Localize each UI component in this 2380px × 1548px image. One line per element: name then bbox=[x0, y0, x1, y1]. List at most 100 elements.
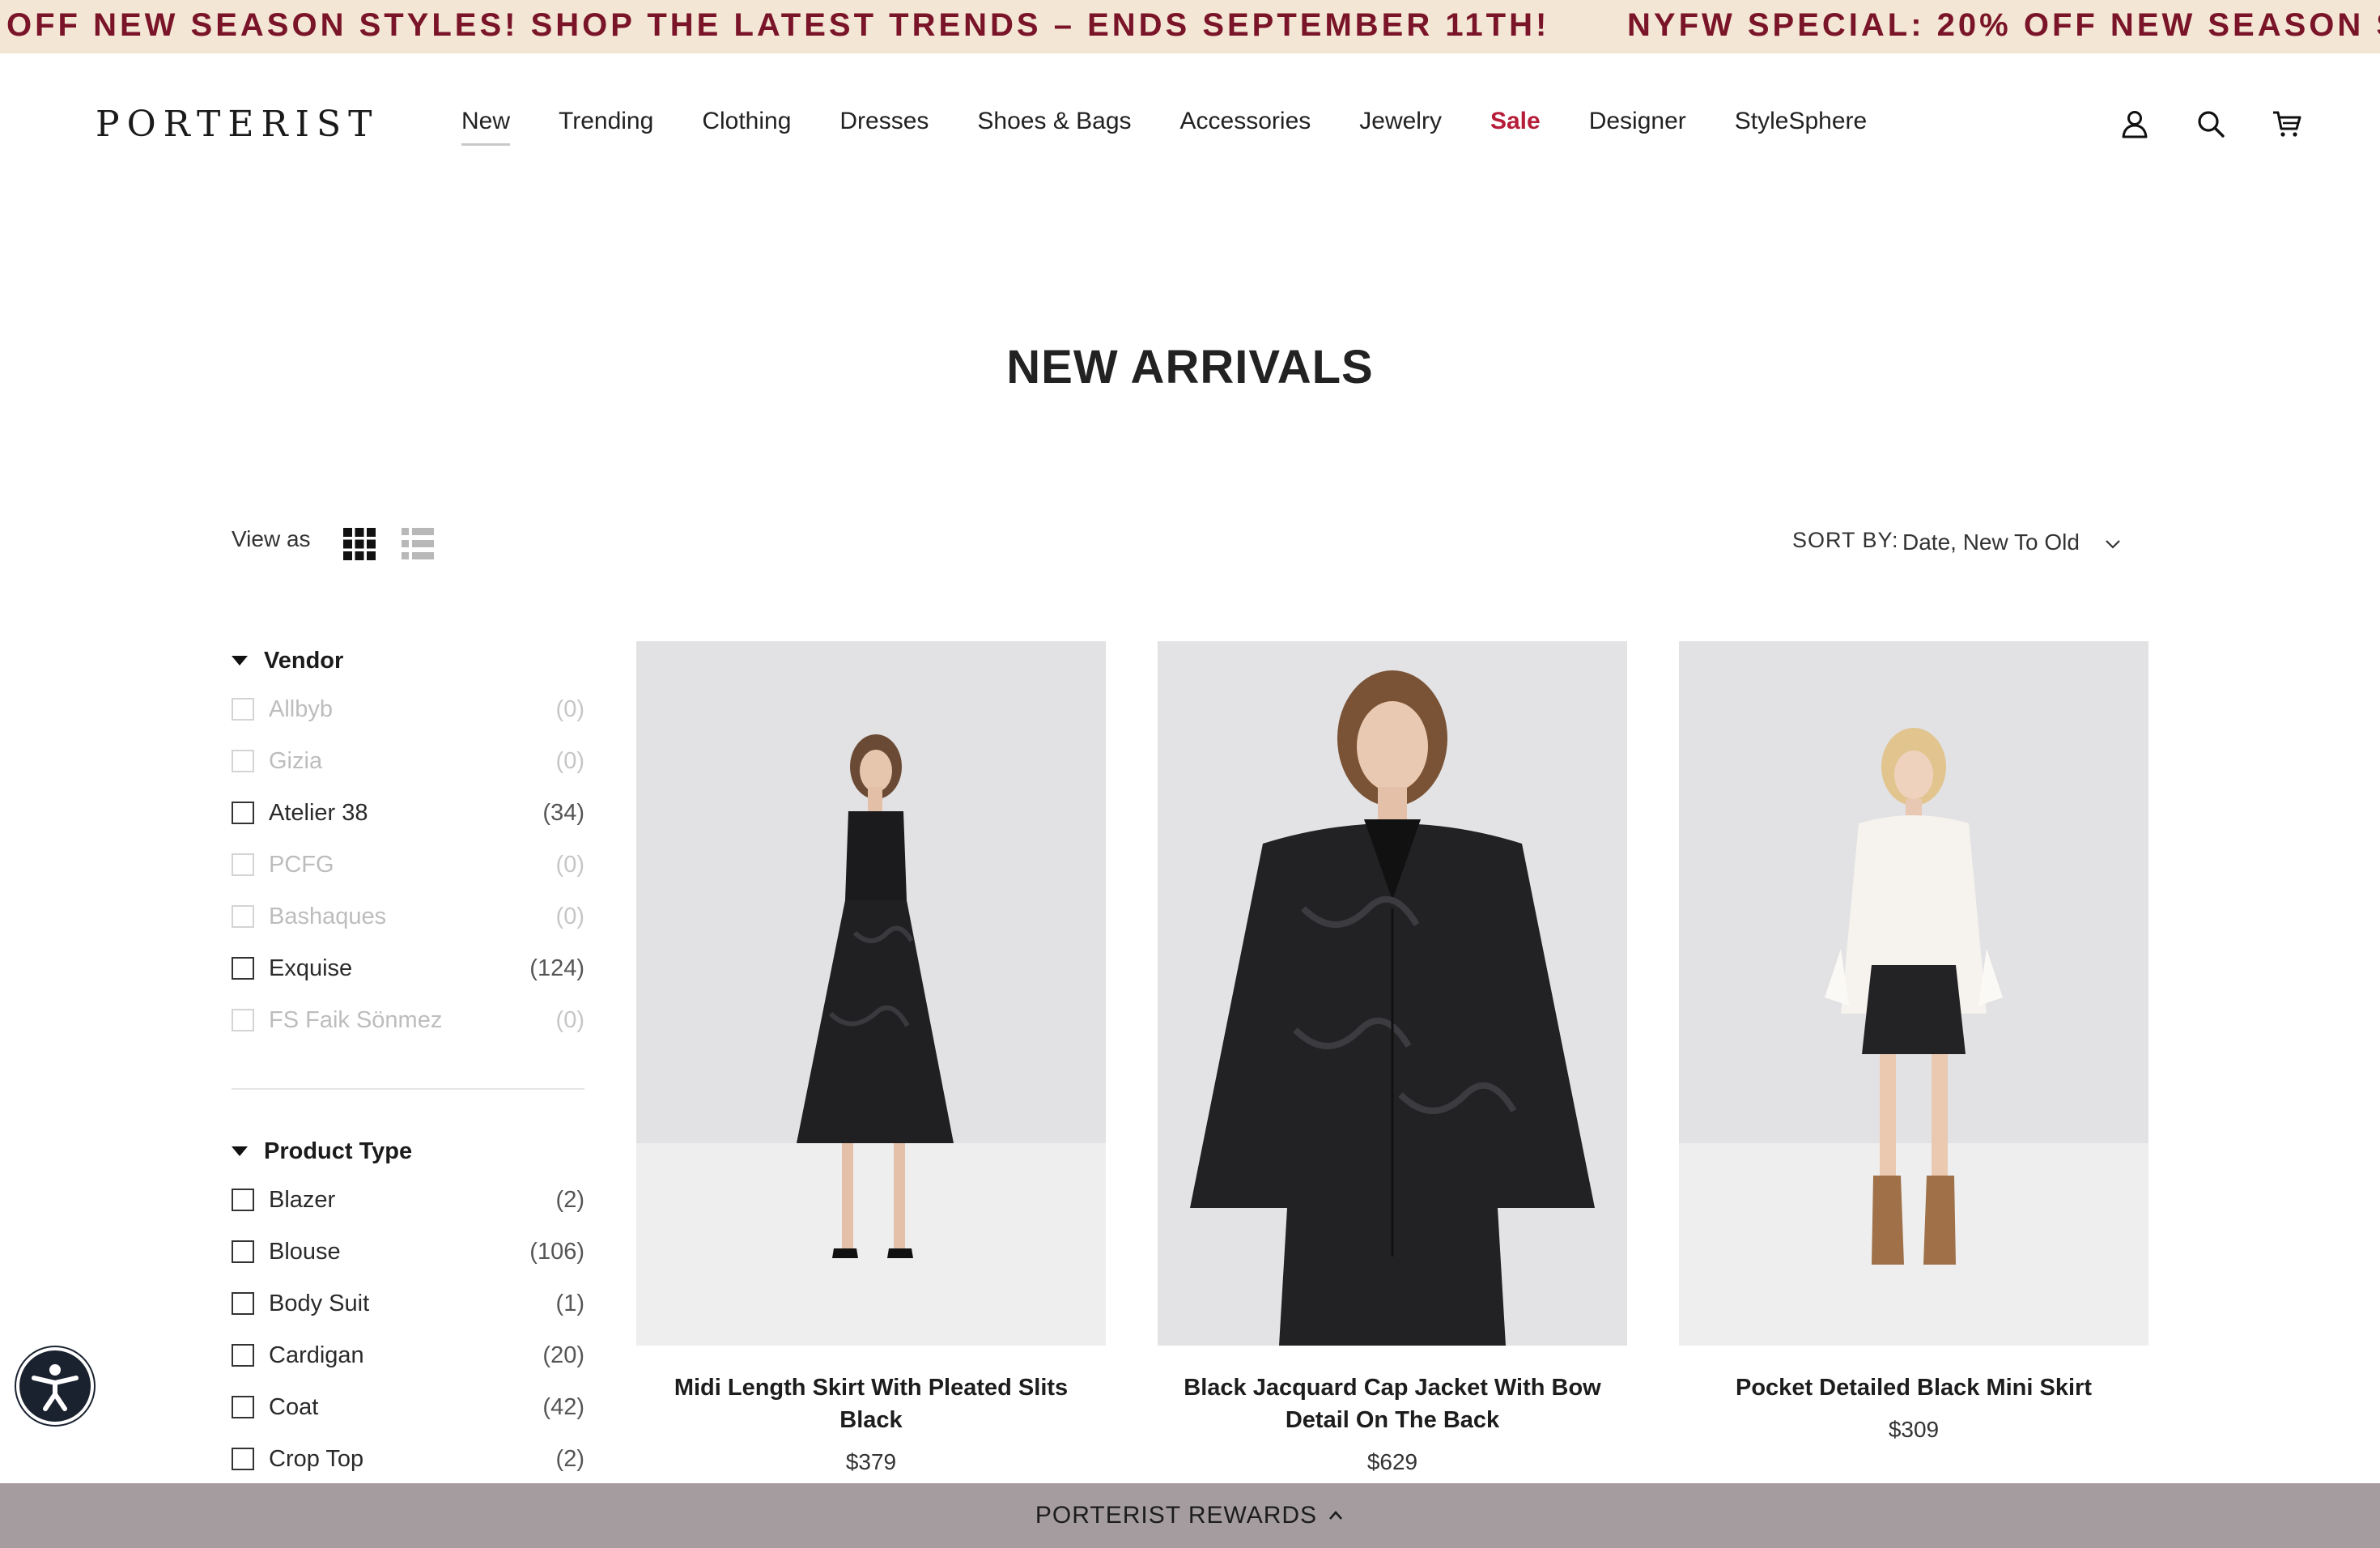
checkbox[interactable] bbox=[232, 905, 254, 928]
announcement-message: NYFW SPECIAL: 20% OFF NEW SEASON ST bbox=[1627, 7, 2380, 43]
filter-product-type: Product Type Blazer (2) Blouse (106) Body … bbox=[232, 1137, 584, 1485]
nav-item-accessories[interactable]: Accessories bbox=[1180, 107, 1311, 136]
option-count: (0) bbox=[555, 1006, 584, 1033]
option-count: (2) bbox=[555, 1445, 584, 1472]
search-icon[interactable] bbox=[2195, 108, 2226, 139]
nav-item-jewelry[interactable]: Jewelry bbox=[1359, 107, 1442, 136]
product-image[interactable] bbox=[1158, 641, 1627, 1346]
option-count: (2) bbox=[555, 1186, 584, 1213]
checkbox[interactable] bbox=[232, 853, 254, 876]
option-count: (34) bbox=[542, 799, 584, 826]
sort-select[interactable]: Date, New To Old bbox=[1902, 529, 2080, 555]
checkbox[interactable] bbox=[232, 698, 254, 721]
filter-vendor-toggle[interactable]: Vendor bbox=[232, 646, 584, 675]
product-price: $629 bbox=[1366, 1449, 1418, 1474]
grid-view-icon[interactable] bbox=[343, 528, 376, 560]
nav-item-new[interactable]: New bbox=[461, 107, 511, 146]
option-count: (20) bbox=[542, 1342, 584, 1368]
option-label: Body Suit bbox=[269, 1290, 370, 1316]
option-count: (42) bbox=[542, 1393, 584, 1420]
rewards-label: PORTERIST REWARDS bbox=[1035, 1502, 1318, 1529]
option-label: Blouse bbox=[269, 1238, 341, 1265]
accessibility-icon bbox=[32, 1364, 79, 1411]
filter-vendor: Vendor Allbyb (0) Gizia (0) Atelier 38 (34)… bbox=[232, 646, 584, 1046]
page-title: NEW ARRIVALS bbox=[1006, 341, 1374, 393]
checkbox[interactable] bbox=[232, 1448, 254, 1470]
filter-option[interactable]: PCFG (0) bbox=[232, 839, 584, 891]
site-header: PORTERIST New Trending Clothing Dresses … bbox=[0, 53, 2380, 194]
filter-product-type-toggle[interactable]: Product Type bbox=[232, 1137, 584, 1166]
cart-icon[interactable] bbox=[2272, 108, 2302, 139]
option-count: (124) bbox=[529, 955, 584, 981]
option-label: Crop Top bbox=[269, 1445, 364, 1472]
option-label: Exquise bbox=[269, 955, 353, 981]
nav-item-trending[interactable]: Trending bbox=[559, 107, 653, 136]
rewards-bar[interactable]: PORTERIST REWARDS bbox=[0, 1483, 2380, 1548]
checkbox[interactable] bbox=[232, 1189, 254, 1211]
option-label: Bashaques bbox=[269, 903, 387, 929]
filter-option[interactable]: Allbyb (0) bbox=[232, 683, 584, 735]
sort-label: SORT BY: bbox=[1792, 528, 1899, 552]
nav-item-clothing[interactable]: Clothing bbox=[702, 107, 791, 136]
nav-item-stylesphere[interactable]: StyleSphere bbox=[1735, 107, 1867, 136]
option-label: Gizia bbox=[269, 747, 323, 774]
main-nav: New Trending Clothing Dresses Shoes & Ba… bbox=[461, 107, 1915, 146]
chevron-up-icon bbox=[1329, 1511, 1343, 1520]
checkbox[interactable] bbox=[232, 957, 254, 980]
option-count: (0) bbox=[555, 903, 584, 929]
product-card[interactable]: Black Jacquard Cap Jacket With Bow Detai… bbox=[1158, 641, 1627, 1475]
checkbox[interactable] bbox=[232, 750, 254, 772]
checkbox[interactable] bbox=[232, 802, 254, 824]
product-price: $379 bbox=[845, 1449, 897, 1474]
filter-option[interactable]: Bashaques (0) bbox=[232, 891, 584, 942]
filter-title: Product Type bbox=[264, 1138, 413, 1164]
nav-item-designer[interactable]: Designer bbox=[1589, 107, 1686, 136]
product-card[interactable]: Pocket Detailed Black Mini Skirt $309 bbox=[1679, 641, 2148, 1443]
nav-item-sale[interactable]: Sale bbox=[1490, 107, 1541, 136]
option-count: (1) bbox=[555, 1290, 584, 1316]
site-logo[interactable]: PORTERIST bbox=[96, 104, 380, 145]
option-count: (0) bbox=[555, 851, 584, 878]
nav-item-dresses[interactable]: Dresses bbox=[839, 107, 929, 136]
product-card[interactable]: Midi Length Skirt With Pleated Slits Bla… bbox=[636, 641, 1106, 1475]
filter-option[interactable]: Blouse (106) bbox=[232, 1226, 584, 1278]
filter-option[interactable]: Body Suit (1) bbox=[232, 1278, 584, 1329]
product-image[interactable] bbox=[1679, 641, 2148, 1346]
accessibility-button[interactable] bbox=[16, 1347, 94, 1425]
product-name[interactable]: Midi Length Skirt With Pleated Slits Bla… bbox=[636, 1372, 1106, 1436]
product-name[interactable]: Black Jacquard Cap Jacket With Bow Detai… bbox=[1158, 1372, 1627, 1436]
filter-option[interactable]: Coat (42) bbox=[232, 1381, 584, 1433]
option-label: PCFG bbox=[269, 851, 334, 878]
checkbox[interactable] bbox=[232, 1344, 254, 1367]
option-label: Coat bbox=[269, 1393, 319, 1420]
filter-option[interactable]: Atelier 38 (34) bbox=[232, 787, 584, 839]
header-actions bbox=[2119, 108, 2302, 139]
product-name[interactable]: Pocket Detailed Black Mini Skirt bbox=[1679, 1372, 2148, 1404]
product-image[interactable] bbox=[636, 641, 1106, 1346]
checkbox[interactable] bbox=[232, 1009, 254, 1031]
chevron-down-icon[interactable] bbox=[2103, 534, 2123, 554]
announcement-bar[interactable]: OFF NEW SEASON STYLES! SHOP THE LATEST T… bbox=[0, 0, 2380, 53]
filter-option[interactable]: Blazer (2) bbox=[232, 1174, 584, 1226]
account-icon[interactable] bbox=[2119, 108, 2150, 139]
filter-divider bbox=[232, 1088, 584, 1090]
filter-option[interactable]: Cardigan (20) bbox=[232, 1329, 584, 1381]
checkbox[interactable] bbox=[232, 1396, 254, 1418]
caret-down-icon bbox=[232, 1146, 248, 1156]
option-label: Allbyb bbox=[269, 695, 333, 722]
checkbox[interactable] bbox=[232, 1292, 254, 1315]
filter-option[interactable]: FS Faik Sönmez (0) bbox=[232, 994, 584, 1046]
filter-option[interactable]: Exquise (124) bbox=[232, 942, 584, 994]
list-view-icon[interactable] bbox=[402, 528, 434, 560]
checkbox[interactable] bbox=[232, 1240, 254, 1263]
view-as-label: View as bbox=[232, 526, 311, 551]
option-count: (0) bbox=[555, 747, 584, 774]
nav-item-shoes-bags[interactable]: Shoes & Bags bbox=[977, 107, 1131, 136]
option-count: (0) bbox=[555, 695, 584, 722]
caret-down-icon bbox=[232, 656, 248, 666]
product-price: $309 bbox=[1888, 1417, 1940, 1442]
filter-option[interactable]: Gizia (0) bbox=[232, 735, 584, 787]
announcement-message: OFF NEW SEASON STYLES! SHOP THE LATEST T… bbox=[6, 7, 1550, 43]
filter-option[interactable]: Crop Top (2) bbox=[232, 1433, 584, 1485]
option-label: Cardigan bbox=[269, 1342, 364, 1368]
